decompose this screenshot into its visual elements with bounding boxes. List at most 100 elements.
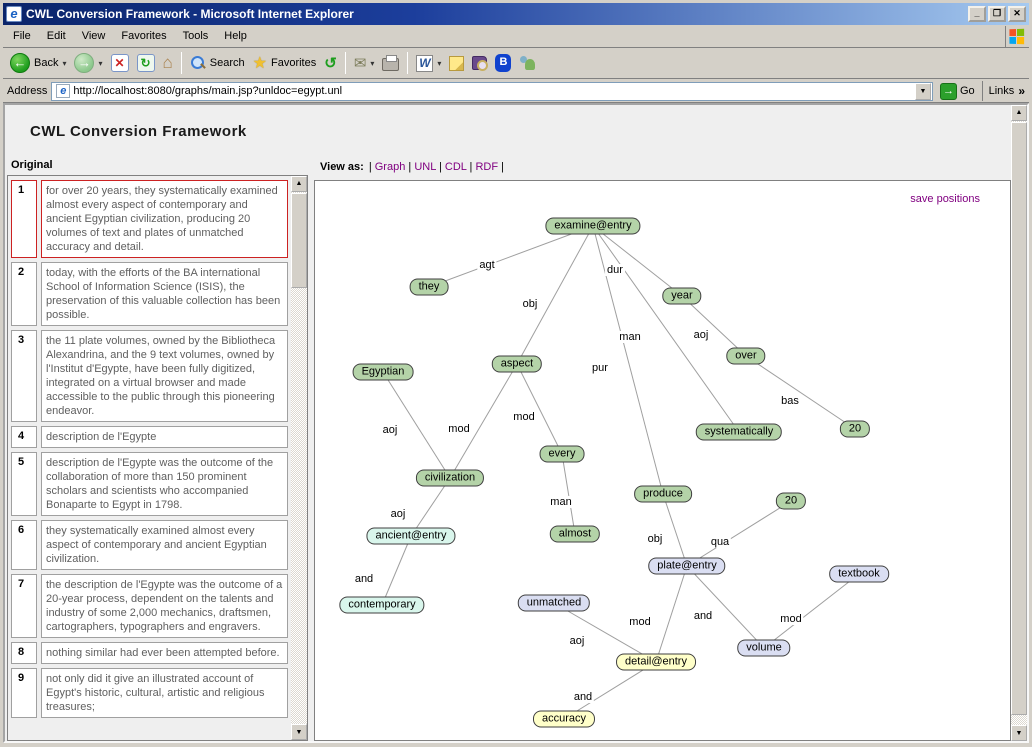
go-button[interactable]: → Go xyxy=(937,83,978,100)
sentence-text: description de l'Egypte xyxy=(41,426,288,448)
menu-item-edit[interactable]: Edit xyxy=(39,27,74,45)
stop-button[interactable]: ✕ xyxy=(108,52,132,74)
sentence-row-9[interactable]: 9not only did it give an illustrated acc… xyxy=(11,668,288,718)
links-chevron-icon: » xyxy=(1018,84,1025,98)
search-icon xyxy=(190,55,206,71)
graph-node-detail[interactable]: detail@entry xyxy=(616,654,696,671)
sentence-row-8[interactable]: 8nothing similar had ever been attempted… xyxy=(11,642,288,664)
sentence-text: description de l'Egypte was the outcome … xyxy=(41,452,288,516)
scroll-down-button[interactable]: ▼ xyxy=(291,724,307,740)
scroll-up-button[interactable]: ▲ xyxy=(1011,105,1027,121)
view-link-graph[interactable]: Graph xyxy=(375,161,409,173)
graph-node-egyptian[interactable]: Egyptian xyxy=(353,364,414,381)
graph-node-unmatched[interactable]: unmatched xyxy=(518,595,590,612)
view-link-separator: | xyxy=(501,161,504,173)
browser-scrollbar[interactable]: ▲ ▼ xyxy=(1011,105,1027,741)
links-bar[interactable]: Links » xyxy=(982,81,1025,101)
graph-node-every[interactable]: every xyxy=(540,446,585,463)
edit-with-word-button[interactable]: W ▾ xyxy=(413,53,444,74)
sentence-number: 7 xyxy=(11,574,37,638)
sentence-row-4[interactable]: 4description de l'Egypte xyxy=(11,426,288,448)
home-icon: ⌂ xyxy=(163,54,173,72)
graph-node-20b[interactable]: 20 xyxy=(776,493,806,510)
menu-item-file[interactable]: File xyxy=(5,27,39,45)
back-icon: ← xyxy=(10,53,30,73)
scroll-thumb[interactable] xyxy=(1011,122,1027,715)
research-book-icon xyxy=(472,56,487,70)
save-positions-link[interactable]: save positions xyxy=(910,193,980,205)
sentence-row-2[interactable]: 2today, with the efforts of the BA inter… xyxy=(11,262,288,326)
address-field[interactable]: e http://localhost:8080/graphs/main.jsp?… xyxy=(51,82,933,101)
menu-item-favorites[interactable]: Favorites xyxy=(113,27,174,45)
sentence-row-6[interactable]: 6they systematically examined almost eve… xyxy=(11,520,288,570)
scroll-thumb[interactable] xyxy=(291,193,307,288)
favorites-button[interactable]: ★ Favorites xyxy=(250,51,320,75)
sentence-list: 1for over 20 years, they systematically … xyxy=(8,176,291,740)
address-dropdown-button[interactable]: ▼ xyxy=(915,83,931,100)
favorites-star-icon: ★ xyxy=(253,53,267,73)
edge-label-mod: mod xyxy=(446,423,471,435)
research-button[interactable] xyxy=(469,54,490,72)
graph-node-examine[interactable]: examine@entry xyxy=(545,218,640,235)
toolbar-separator xyxy=(181,52,182,74)
back-dropdown-icon[interactable]: ▾ xyxy=(62,59,66,68)
mail-dropdown-icon[interactable]: ▾ xyxy=(370,59,374,68)
mail-button[interactable]: ✉ ▾ xyxy=(351,52,378,74)
graph-node-contemporary[interactable]: contemporary xyxy=(339,597,424,614)
messenger-button[interactable] xyxy=(516,53,540,73)
maximize-button[interactable]: ❐ xyxy=(988,6,1006,22)
graph-node-volume[interactable]: volume xyxy=(737,640,790,657)
bluetooth-button[interactable]: B xyxy=(492,52,514,74)
scroll-down-button[interactable]: ▼ xyxy=(1011,725,1027,741)
sentence-text: not only did it give an illustrated acco… xyxy=(41,668,288,718)
sentence-row-5[interactable]: 5description de l'Egypte was the outcome… xyxy=(11,452,288,516)
view-link-unl[interactable]: UNL xyxy=(414,161,439,173)
sentence-row-7[interactable]: 7the description de l'Egypte was the out… xyxy=(11,574,288,638)
menu-item-view[interactable]: View xyxy=(74,27,114,45)
back-button[interactable]: ← Back ▾ xyxy=(7,51,69,75)
graph-node-systematically[interactable]: systematically xyxy=(696,424,782,441)
toolbar-separator xyxy=(407,52,408,74)
windows-logo-icon xyxy=(1005,26,1027,47)
graph-node-textbook[interactable]: textbook xyxy=(829,566,889,583)
graph-node-ancient[interactable]: ancient@entry xyxy=(366,528,455,545)
title-bar: e CWL Conversion Framework - Microsoft I… xyxy=(3,3,1029,25)
graph-node-20a[interactable]: 20 xyxy=(840,421,870,438)
graph-node-year[interactable]: year xyxy=(662,288,701,305)
graph-node-they[interactable]: they xyxy=(410,279,449,296)
menu-item-help[interactable]: Help xyxy=(216,27,255,45)
scroll-up-button[interactable]: ▲ xyxy=(291,176,307,192)
home-button[interactable]: ⌂ xyxy=(160,52,176,74)
ie-logo-icon: e xyxy=(6,6,22,22)
edge-label-aoj: aoj xyxy=(381,424,400,436)
notes-button[interactable] xyxy=(446,54,467,73)
sentence-scrollbar[interactable]: ▲ ▼ xyxy=(291,176,307,740)
search-button[interactable]: Search xyxy=(187,53,248,73)
forward-button[interactable]: → ▾ xyxy=(71,51,105,75)
word-dropdown-icon[interactable]: ▾ xyxy=(437,59,441,68)
graph-node-produce[interactable]: produce xyxy=(634,486,692,503)
refresh-button[interactable]: ↻ xyxy=(134,52,158,74)
graph-node-over[interactable]: over xyxy=(726,348,765,365)
go-arrow-icon: → xyxy=(940,83,957,100)
graph-node-accuracy[interactable]: accuracy xyxy=(533,711,595,728)
minimize-button[interactable]: _ xyxy=(968,6,986,22)
sentence-number: 3 xyxy=(11,330,37,422)
graph-node-plate[interactable]: plate@entry xyxy=(648,558,725,575)
print-button[interactable] xyxy=(379,53,402,73)
edge-label-qua: qua xyxy=(709,536,731,548)
graph-node-almost[interactable]: almost xyxy=(550,526,600,543)
sentence-row-1[interactable]: 1for over 20 years, they systematically … xyxy=(11,180,288,258)
view-link-cdl[interactable]: CDL xyxy=(445,161,470,173)
address-url[interactable]: http://localhost:8080/graphs/main.jsp?un… xyxy=(73,85,915,97)
forward-dropdown-icon[interactable]: ▾ xyxy=(98,59,102,68)
edge-label-aoj: aoj xyxy=(692,329,711,341)
edge-label-obj: obj xyxy=(521,298,540,310)
close-button[interactable]: ✕ xyxy=(1008,6,1026,22)
graph-node-aspect[interactable]: aspect xyxy=(492,356,542,373)
menu-item-tools[interactable]: Tools xyxy=(175,27,217,45)
sentence-row-3[interactable]: 3the 11 plate volumes, owned by the Bibl… xyxy=(11,330,288,422)
graph-node-civilization[interactable]: civilization xyxy=(416,470,484,487)
view-link-rdf[interactable]: RDF xyxy=(475,161,501,173)
history-button[interactable]: ↺ xyxy=(321,52,340,74)
